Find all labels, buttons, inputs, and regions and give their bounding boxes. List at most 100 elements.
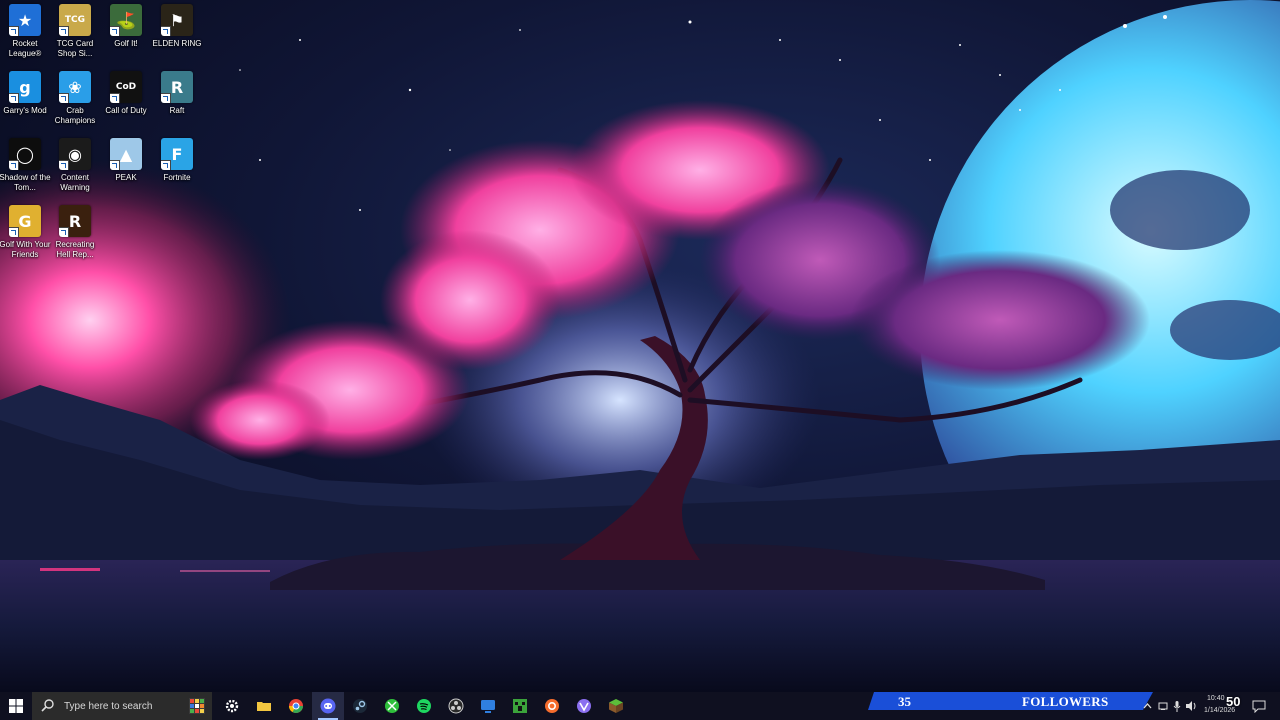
- desktop-icon-grid: ★ Rocket League® TCG TCG Card Shop Si... ⛳ Go…: [0, 0, 210, 270]
- taskbar-app-chrome[interactable]: [280, 692, 312, 720]
- call-of-duty-icon: CoD: [110, 71, 142, 103]
- shortcut-arrow-icon: [9, 227, 19, 237]
- taskbar-app-spotify[interactable]: [408, 692, 440, 720]
- start-button[interactable]: [0, 692, 32, 720]
- desktop-shortcut[interactable]: ◉ Content Warning: [50, 138, 100, 202]
- search-placeholder: Type here to search: [64, 700, 153, 712]
- notification-icon[interactable]: [1252, 699, 1266, 713]
- taskbar-app-minecraft[interactable]: [504, 692, 536, 720]
- taskbar-app-remote[interactable]: [472, 692, 504, 720]
- grass-block-icon: [609, 699, 623, 713]
- desktop-shortcut[interactable]: ⛳ Golf It!: [101, 4, 151, 68]
- content-warning-icon: ◉: [59, 138, 91, 170]
- shortcut-arrow-icon: [161, 26, 171, 36]
- shortcut-arrow-icon: [110, 93, 120, 103]
- shortcut-arrow-icon: [161, 160, 171, 170]
- shortcut-arrow-icon: [59, 26, 69, 36]
- obs-icon: [448, 698, 464, 714]
- desktop-shortcut-label: Crab Champions: [54, 106, 96, 125]
- shortcut-arrow-icon: [110, 26, 120, 36]
- rubiks-cube-icon: [189, 698, 205, 714]
- taskbar-app-settings[interactable]: [216, 692, 248, 720]
- desktop-shortcut-label: Rocket League®: [8, 39, 42, 58]
- desktop-shortcut-label: Garry's Mod: [3, 106, 47, 115]
- desktop-shortcut[interactable]: ⚑ ELDEN RING: [152, 4, 202, 68]
- volume-icon: [1185, 701, 1195, 711]
- desktop-shortcut[interactable]: R Raft: [152, 71, 202, 135]
- fortnite-icon: F: [161, 138, 193, 170]
- taskbar-app-vpn[interactable]: [568, 692, 600, 720]
- chrome-icon: [289, 699, 303, 713]
- taskbar-search-box[interactable]: Type here to search: [32, 692, 212, 720]
- proton-vpn-icon: [577, 699, 591, 713]
- desktop-shortcut-label: Recreating Hell Rep...: [55, 240, 95, 259]
- desktop-shortcut[interactable]: F Fortnite: [152, 138, 202, 202]
- tray-volume[interactable]: [1184, 692, 1198, 720]
- desktop-shortcut[interactable]: R Recreating Hell Rep...: [50, 205, 100, 269]
- folder-icon: [257, 702, 271, 711]
- taskbar-app-file-explorer[interactable]: [248, 692, 280, 720]
- desktop-shortcut[interactable]: CoD Call of Duty: [101, 71, 151, 135]
- gear-icon: [225, 699, 239, 713]
- desktop-shortcut-label: Shadow of the Tom...: [0, 173, 51, 192]
- followers-count: 35: [898, 694, 911, 709]
- desktop-shortcut[interactable]: g Garry's Mod: [0, 71, 50, 135]
- desktop-shortcut[interactable]: ★ Rocket League®: [0, 4, 50, 68]
- peak-icon: ▲: [110, 138, 142, 170]
- clock-time: 10:40: [1207, 695, 1225, 702]
- taskbar-app-obs[interactable]: [440, 692, 472, 720]
- creeper-icon: [513, 699, 527, 713]
- desktop-shortcut-label: PEAK: [115, 173, 137, 182]
- desktop-shortcut-label: Content Warning: [60, 173, 90, 192]
- spotify-icon: [417, 699, 431, 713]
- recreating-hell-icon: R: [59, 205, 91, 237]
- shortcut-arrow-icon: [9, 26, 19, 36]
- chevron-up-icon: [1143, 703, 1151, 709]
- raft-icon: R: [161, 71, 193, 103]
- rocket-league-icon: ★: [9, 4, 41, 36]
- shortcut-arrow-icon: [59, 160, 69, 170]
- followers-label: FOLLOWERS: [1022, 694, 1109, 709]
- windows-logo-icon: [9, 699, 23, 713]
- network-icon: [1158, 702, 1168, 710]
- taskbar-app-discord[interactable]: [312, 692, 344, 720]
- microphone-icon: [1173, 700, 1181, 712]
- xbox-icon: [385, 699, 399, 713]
- desktop-shortcut[interactable]: G Golf With Your Friends: [0, 205, 51, 269]
- origin-icon: [545, 699, 559, 713]
- desktop-shortcut-label: Golf It!: [114, 39, 138, 48]
- followers-goal-number: 50: [1226, 694, 1241, 709]
- desktop-shortcut-label: Golf With Your Friends: [0, 240, 51, 259]
- desktop-shortcut-label: TCG Card Shop Si...: [56, 39, 94, 58]
- desktop-shortcut[interactable]: ❀ Crab Champions: [50, 71, 100, 135]
- desktop-shortcut[interactable]: ▲ PEAK: [101, 138, 151, 202]
- remote-desktop-icon: [481, 700, 495, 713]
- shortcut-arrow-icon: [59, 93, 69, 103]
- desktop-shortcut-label: Call of Duty: [105, 106, 147, 115]
- shortcut-arrow-icon: [59, 227, 69, 237]
- golf-with-your-friends-icon: G: [9, 205, 41, 237]
- steam-icon: [353, 699, 367, 713]
- followers-bar: 35 FOLLOWERS: [868, 692, 1153, 710]
- tray-microphone[interactable]: [1170, 692, 1184, 720]
- shortcut-arrow-icon: [161, 93, 171, 103]
- shortcut-arrow-icon: [9, 93, 19, 103]
- desktop-shortcut-label: ELDEN RING: [152, 39, 202, 48]
- discord-icon: [320, 698, 336, 714]
- taskbar-app-minecraft-launcher[interactable]: [600, 692, 632, 720]
- tray-overflow[interactable]: [1140, 692, 1154, 720]
- shortcut-arrow-icon: [110, 160, 120, 170]
- tray-network[interactable]: [1156, 692, 1170, 720]
- garrys-mod-icon: g: [9, 71, 41, 103]
- taskbar-app-origin[interactable]: [536, 692, 568, 720]
- golf-it-icon: ⛳: [110, 4, 142, 36]
- desktop-shortcut[interactable]: TCG TCG Card Shop Si...: [50, 4, 100, 68]
- taskbar-pinned-apps: [216, 692, 632, 720]
- desktop-shortcut[interactable]: ◯ Shadow of the Tom...: [0, 138, 51, 202]
- desktop-shortcut-label: Fortnite: [163, 173, 191, 182]
- taskbar-app-steam[interactable]: [344, 692, 376, 720]
- desktop-shortcut-label: Raft: [169, 106, 185, 115]
- shadow-of-the-tomb-raider-icon: ◯: [9, 138, 41, 170]
- taskbar-app-xbox[interactable]: [376, 692, 408, 720]
- tcg-card-shop-icon: TCG: [59, 4, 91, 36]
